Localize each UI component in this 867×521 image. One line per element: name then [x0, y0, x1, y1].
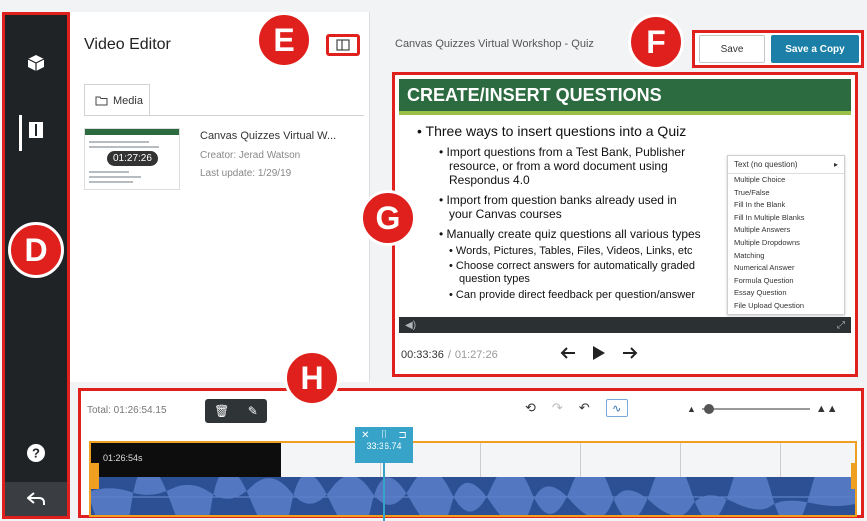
clip-duration: 01:26:54s [103, 453, 143, 463]
video-preview: CREATE/INSERT QUESTIONS • Three ways to … [392, 72, 858, 377]
slide-bullet: • Words, Pictures, Tables, Files, Videos… [449, 245, 693, 257]
clip-tool-group: 🗑 ✎ [205, 399, 267, 423]
project-title: Canvas Quizzes Virtual Workshop - Quiz [395, 38, 594, 50]
question-type-menu: Text (no question) ▸ Multiple Choice True… [727, 155, 845, 315]
menu-item: File Upload Question [734, 300, 805, 310]
playback-controls: 00:33:36 / 01:27:26 [399, 337, 851, 373]
arrow-right-icon[interactable] [622, 346, 638, 365]
trash-icon[interactable]: 🗑 [214, 404, 229, 418]
save-button-group: Save Save a Copy [692, 30, 864, 68]
folder-icon [95, 96, 108, 106]
menu-item: Matching [734, 250, 765, 260]
toggle-panel-button[interactable] [326, 34, 360, 56]
media-list-item[interactable]: 01:27:26 Canvas Quizzes Virtual W... Cre… [84, 128, 364, 198]
timeline-toolbar: ⟲ ↷ ↶ ∿ [525, 399, 628, 417]
menu-item: Fill In Multiple Blanks [734, 212, 805, 222]
slide-frame: CREATE/INSERT QUESTIONS • Three ways to … [399, 79, 851, 317]
reset-icon[interactable]: ⟲ [525, 400, 536, 416]
callout-f: F [628, 14, 684, 70]
menu-item: Numerical Answer [734, 263, 795, 273]
arrow-left-icon[interactable] [560, 346, 576, 365]
chevron-right-icon: ▸ [833, 160, 838, 169]
playhead[interactable] [383, 431, 385, 521]
media-panel: Video Editor Media 01:27:26 Canvas Quizz… [70, 12, 370, 382]
zoom-in-icon[interactable]: ▲▲ [816, 403, 838, 415]
slide-bullet: • Choose correct answers for automatical… [449, 260, 695, 272]
menu-item: Multiple Answers [734, 225, 791, 235]
video-editor-screen: ? Video Editor Media 01:27:26 Canvas Qui… [0, 0, 867, 521]
trim-handle-right[interactable] [851, 463, 855, 489]
thumbnail-strip: 01:26:54s [91, 443, 855, 477]
menu-item: Essay Question [734, 288, 787, 298]
total-time: 01:27:26 [454, 349, 498, 361]
play-icon[interactable] [592, 345, 606, 366]
svg-text:?: ? [32, 446, 40, 461]
redo-icon[interactable]: ↷ [552, 400, 563, 416]
tab-media[interactable]: Media [84, 84, 150, 116]
slide-bullet: • Three ways to insert questions into a … [417, 123, 687, 139]
slide-band [399, 111, 851, 115]
zoom-knob[interactable] [703, 404, 714, 414]
fullscreen-icon: ⤢ [837, 319, 845, 331]
volume-icon: ◀) [405, 319, 417, 331]
slide-title: CREATE/INSERT QUESTIONS [399, 79, 851, 111]
thumbnail-duration: 01:27:26 [107, 151, 158, 166]
edit-icon[interactable]: ✎ [248, 404, 258, 418]
tab-media-label: Media [113, 94, 143, 107]
timeline-track[interactable]: 01:26:54s [89, 441, 857, 517]
save-copy-button[interactable]: Save a Copy [771, 35, 859, 63]
panel-title: Video Editor [84, 36, 171, 53]
menu-item: Multiple Choice [734, 175, 786, 184]
cut-icon[interactable]: ✕ [361, 430, 369, 441]
menu-item: Formula Question [734, 275, 794, 285]
undo-icon[interactable]: ↶ [579, 400, 590, 416]
slide-bullet: • Import questions from a Test Bank, Pub… [439, 145, 686, 159]
slide-bullet: • Can provide direct feedback per questi… [449, 289, 695, 301]
zoom-slider[interactable] [701, 404, 810, 414]
save-button[interactable]: Save [699, 35, 765, 63]
menu-item: True/False [734, 187, 770, 197]
media-thumbnail: 01:27:26 [84, 128, 180, 190]
trim-handle-left[interactable] [91, 463, 99, 489]
slide-bullet: • Import from question banks already use… [439, 193, 677, 207]
slide-bullet: resource, or from a word document using [449, 159, 668, 173]
audio-waveform [91, 451, 855, 515]
tab-divider [84, 115, 364, 116]
media-last-update: Last update: 1/29/19 [200, 168, 292, 179]
timeline-panel: Total: 01:26:54.15 🗑 ✎ ⟲ ↷ ↶ ∿ ▲ ▲▲ 01:2… [78, 388, 864, 521]
menu-header: Text (no question) [734, 160, 798, 169]
slide-bullet: question types [459, 273, 530, 285]
slide-bullet: Respondus 4.0 [449, 173, 530, 187]
callout-e: E [256, 12, 312, 68]
undo-icon[interactable] [5, 482, 67, 516]
trim-icon[interactable]: ⊐ [398, 430, 406, 441]
zoom-out-icon[interactable]: ▲ [687, 404, 696, 414]
media-title: Canvas Quizzes Virtual W... [200, 130, 337, 142]
slide-bullet: your Canvas courses [449, 207, 562, 221]
callout-d: D [8, 222, 64, 278]
callout-h: H [284, 350, 340, 406]
current-time: 00:33:36 [401, 349, 444, 361]
time-separator: / [447, 349, 451, 361]
panel-icon[interactable] [5, 121, 67, 139]
waveform-toggle-icon[interactable]: ∿ [605, 399, 628, 417]
timeline-total: Total: 01:26:54.15 [87, 405, 167, 416]
media-creator: Creator: Jerad Watson [200, 150, 301, 161]
menu-item: Fill In the Blank [734, 200, 786, 210]
split-view-icon [336, 39, 350, 51]
slide-bullet: • Manually create quiz questions all var… [439, 227, 701, 241]
callout-g: G [360, 190, 416, 246]
zoom-control: ▲ ▲▲ [687, 403, 838, 415]
embedded-player-bar: ◀) ⤢ [399, 317, 851, 333]
help-icon[interactable]: ? [5, 443, 67, 463]
cube-icon[interactable] [5, 53, 67, 73]
menu-item: Multiple Dropdowns [734, 237, 800, 247]
